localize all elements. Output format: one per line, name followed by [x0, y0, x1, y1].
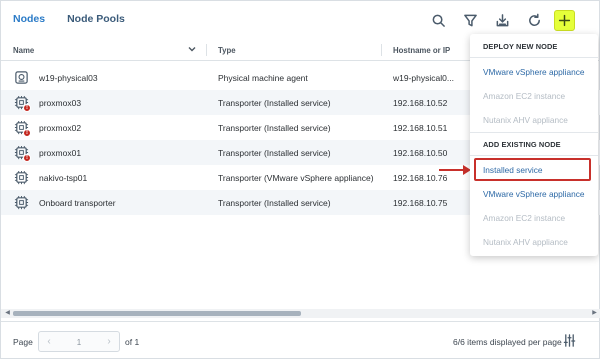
- tab-node-pools[interactable]: Node Pools: [67, 13, 125, 25]
- refresh-button[interactable]: [522, 9, 546, 31]
- node-type: Transporter (Installed service): [218, 123, 331, 133]
- add-icon: [558, 14, 571, 26]
- node-name: proxmox02: [39, 123, 82, 133]
- menu-item-deploy-vmware[interactable]: VMware vSphere appliance: [483, 67, 584, 77]
- divider: [470, 132, 598, 133]
- error-badge: !: [23, 129, 31, 137]
- column-divider[interactable]: [206, 44, 207, 56]
- horizontal-scrollbar[interactable]: ◀ ▶: [1, 309, 600, 318]
- page-number-input[interactable]: 1: [69, 338, 89, 347]
- node-host: 192.168.10.76: [393, 173, 448, 183]
- column-header-name[interactable]: Name: [13, 46, 34, 55]
- items-count: 6/6 items displayed per page: [453, 337, 562, 347]
- menu-item-deploy-nutanix[interactable]: Nutanix AHV appliance: [483, 115, 568, 125]
- node-name: w19-physical03: [39, 73, 98, 83]
- scrollbar-thumb[interactable]: [13, 311, 301, 316]
- column-header-type[interactable]: Type: [218, 46, 236, 55]
- refresh-icon: [528, 13, 540, 26]
- node-type: Physical machine agent: [218, 73, 308, 83]
- chevron-down-icon[interactable]: [188, 45, 196, 53]
- node-name: proxmox03: [39, 98, 82, 108]
- menu-item-existing-nutanix[interactable]: Nutanix AHV appliance: [483, 237, 568, 247]
- divider: [470, 155, 598, 156]
- callout-arrow-line: [439, 169, 465, 171]
- node-name: Onboard transporter: [39, 198, 116, 208]
- node-type: Transporter (VMware vSphere appliance): [218, 173, 374, 183]
- menu-item-existing-amazon-ec2[interactable]: Amazon EC2 instance: [483, 213, 565, 223]
- node-host: 192.168.10.75: [393, 198, 448, 208]
- node-type: Transporter (Installed service): [218, 198, 331, 208]
- scroll-left-icon[interactable]: ◀: [3, 309, 12, 318]
- node-type: Transporter (Installed service): [218, 148, 331, 158]
- installed-service-highlight: [474, 158, 591, 181]
- nodes-panel: Nodes Node Pools Name Type Hostname or I…: [0, 0, 600, 359]
- add-existing-node-header: ADD EXISTING NODE: [483, 140, 561, 149]
- menu-item-deploy-amazon-ec2[interactable]: Amazon EC2 instance: [483, 91, 565, 101]
- divider: [470, 57, 598, 58]
- search-icon: [432, 14, 445, 27]
- node-host: 192.168.10.50: [393, 148, 448, 158]
- toolbar: [426, 9, 575, 31]
- sliders-icon[interactable]: [563, 334, 576, 347]
- node-host: 192.168.10.52: [393, 98, 448, 108]
- previous-page-icon[interactable]: ‹: [42, 336, 56, 347]
- page-count: of 1: [125, 337, 140, 347]
- filter-button[interactable]: [458, 9, 482, 31]
- node-name: proxmox01: [39, 148, 82, 158]
- node-type: Transporter (Installed service): [218, 98, 331, 108]
- column-header-hostname[interactable]: Hostname or IP: [393, 46, 450, 55]
- error-badge: !: [23, 104, 31, 112]
- node-host: w19-physical0...: [393, 73, 454, 83]
- download-button[interactable]: [490, 9, 514, 31]
- scroll-right-icon[interactable]: ▶: [590, 309, 599, 318]
- tab-bar: Nodes Node Pools: [13, 13, 125, 25]
- add-node-dropdown: DEPLOY NEW NODE VMware vSphere appliance…: [470, 34, 598, 256]
- deploy-new-node-header: DEPLOY NEW NODE: [483, 42, 558, 51]
- pagination-footer: Page ‹ 1 › of 1 6/6 items displayed per …: [1, 321, 600, 359]
- node-name: nakivo-tsp01: [39, 173, 88, 183]
- column-divider[interactable]: [381, 44, 382, 56]
- node-host: 192.168.10.51: [393, 123, 448, 133]
- page-selector: ‹ 1 ›: [38, 331, 120, 352]
- menu-item-existing-vmware[interactable]: VMware vSphere appliance: [483, 189, 584, 199]
- page-label: Page: [13, 337, 33, 347]
- next-page-icon[interactable]: ›: [102, 336, 116, 347]
- download-icon: [496, 13, 508, 26]
- tab-nodes[interactable]: Nodes: [13, 13, 45, 25]
- transporter-icon: [14, 170, 29, 185]
- filter-icon: [463, 14, 477, 26]
- search-button[interactable]: [426, 9, 450, 31]
- add-node-button[interactable]: [554, 9, 575, 31]
- error-badge: !: [23, 154, 31, 162]
- transporter-icon: [14, 195, 29, 210]
- physical-machine-icon: [14, 70, 29, 85]
